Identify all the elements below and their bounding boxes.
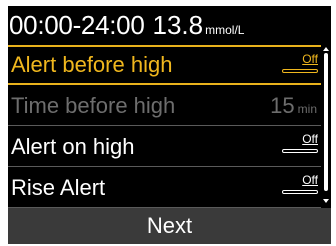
scroll-down-arrow-icon: [323, 199, 329, 203]
toggle-track-icon: [282, 69, 318, 73]
time-before-high-number: 15: [270, 93, 295, 118]
header-bar: 00:00-24:00 13.8 mmol/L: [8, 6, 331, 45]
scrollbar[interactable]: [323, 47, 329, 207]
time-before-high-unit: min: [297, 102, 317, 116]
alert-on-high-label: Alert on high: [11, 134, 135, 159]
glucose-threshold-value: 13.8: [152, 10, 204, 40]
rise-alert-label: Rise Alert: [11, 175, 106, 200]
scrollbar-thumb[interactable]: [324, 53, 328, 191]
toggle-state-text: Off: [302, 173, 318, 187]
toggle-state-text: Off: [302, 52, 318, 66]
next-button[interactable]: Next: [8, 208, 331, 244]
rise-alert-row[interactable]: Rise Alert Off: [8, 168, 321, 208]
time-before-high-label: Time before high: [11, 93, 176, 118]
alert-before-high-toggle[interactable]: Off: [282, 53, 318, 75]
toggle-track-icon: [282, 190, 318, 194]
time-range: 00:00-24:00: [9, 10, 145, 40]
alert-settings-screen: 00:00-24:00 13.8 mmol/L Alert before hig…: [8, 6, 331, 244]
alert-on-high-row[interactable]: Alert on high Off: [8, 127, 321, 167]
alert-on-high-toggle[interactable]: Off: [282, 133, 318, 155]
time-before-high-row: Time before high 15 min: [8, 86, 321, 126]
alert-before-high-label: Alert before high: [11, 52, 173, 77]
toggle-state-text: Off: [302, 132, 318, 146]
glucose-unit: mmol/L: [205, 23, 245, 37]
rise-alert-toggle[interactable]: Off: [282, 174, 318, 196]
time-before-high-value: 15 min: [270, 86, 317, 129]
toggle-track-icon: [282, 149, 318, 153]
scroll-up-arrow-icon: [323, 47, 329, 51]
alert-before-high-row[interactable]: Alert before high Off: [8, 45, 321, 85]
